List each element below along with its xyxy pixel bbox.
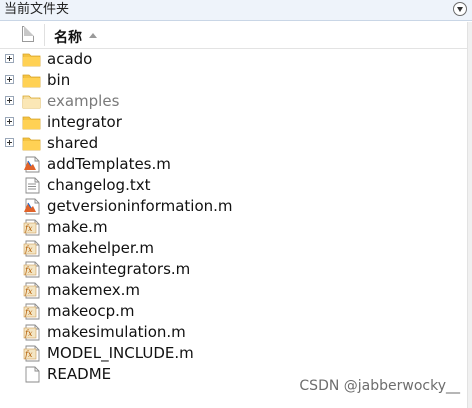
folder-icon <box>22 114 42 131</box>
item-label: integrator <box>47 113 122 131</box>
folder-row[interactable]: bin <box>0 70 468 91</box>
item-label: makesimulation.m <box>47 323 186 341</box>
column-divider[interactable] <box>44 24 45 46</box>
item-label: MODEL_INCLUDE.m <box>47 344 194 362</box>
matlab-function-file-icon: fx <box>22 240 42 257</box>
item-label: acado <box>47 50 93 68</box>
current-folder-panel-header: 当前文件夹 <box>0 0 472 21</box>
matlab-script-file-icon <box>22 156 42 173</box>
matlab-function-file-icon: fx <box>22 219 42 236</box>
expand-plus-icon[interactable] <box>5 75 14 84</box>
watermark: CSDN @jabberwocky__ <box>299 378 460 394</box>
svg-text:fx: fx <box>24 266 33 275</box>
file-row[interactable]: fx make.m <box>0 217 468 238</box>
file-row[interactable]: fx makeintegrators.m <box>0 259 468 280</box>
panel-actions-menu-icon[interactable] <box>453 2 467 16</box>
file-row[interactable]: fx MODEL_INCLUDE.m <box>0 343 468 364</box>
file-row[interactable]: getversioninformation.m <box>0 196 468 217</box>
item-label: makeocp.m <box>47 302 135 320</box>
item-label: getversioninformation.m <box>47 197 233 215</box>
file-list: acado bin examples integrator shared addTempl… <box>0 49 468 385</box>
expand-plus-icon[interactable] <box>5 54 14 63</box>
file-row[interactable]: fx makehelper.m <box>0 238 468 259</box>
folder-icon <box>22 51 42 68</box>
item-label: README <box>47 365 112 383</box>
file-row[interactable]: fx makeocp.m <box>0 301 468 322</box>
item-label: changelog.txt <box>47 176 151 194</box>
expand-plus-icon[interactable] <box>5 96 14 105</box>
panel-title: 当前文件夹 <box>4 2 70 17</box>
folder-icon <box>22 93 42 110</box>
name-column-header[interactable]: 名称 <box>54 27 82 47</box>
matlab-function-file-icon: fx <box>22 303 42 320</box>
folder-row[interactable]: acado <box>0 49 468 70</box>
item-label: makeintegrators.m <box>47 260 191 278</box>
text-file-icon <box>22 177 42 194</box>
file-type-column-icon[interactable] <box>22 26 34 42</box>
folder-row[interactable]: shared <box>0 133 468 154</box>
svg-text:fx: fx <box>24 224 33 233</box>
folder-row[interactable]: integrator <box>0 112 468 133</box>
file-row[interactable]: changelog.txt <box>0 175 468 196</box>
matlab-function-file-icon: fx <box>22 261 42 278</box>
folder-row[interactable]: examples <box>0 91 468 112</box>
file-row[interactable]: addTemplates.m <box>0 154 468 175</box>
blank-file-icon <box>22 366 42 383</box>
item-label: makemex.m <box>47 281 141 299</box>
item-label: examples <box>47 92 120 110</box>
expand-plus-icon[interactable] <box>5 117 14 126</box>
svg-text:fx: fx <box>24 350 33 359</box>
svg-text:fx: fx <box>24 329 33 338</box>
matlab-function-file-icon: fx <box>22 282 42 299</box>
item-label: addTemplates.m <box>47 155 171 173</box>
file-row[interactable]: fx makesimulation.m <box>0 322 468 343</box>
item-label: bin <box>47 71 71 89</box>
folder-icon <box>22 135 42 152</box>
item-label: make.m <box>47 218 108 236</box>
svg-text:fx: fx <box>24 245 33 254</box>
matlab-function-file-icon: fx <box>22 345 42 362</box>
folder-icon <box>22 72 42 89</box>
sort-ascending-icon <box>89 33 97 38</box>
svg-text:fx: fx <box>24 308 33 317</box>
matlab-script-file-icon <box>22 198 42 215</box>
matlab-function-file-icon: fx <box>22 324 42 341</box>
file-row[interactable]: fx makemex.m <box>0 280 468 301</box>
expand-plus-icon[interactable] <box>5 138 14 147</box>
column-header-bar: 名称 <box>0 22 468 49</box>
item-label: shared <box>47 134 99 152</box>
item-label: makehelper.m <box>47 239 155 257</box>
svg-text:fx: fx <box>24 287 33 296</box>
